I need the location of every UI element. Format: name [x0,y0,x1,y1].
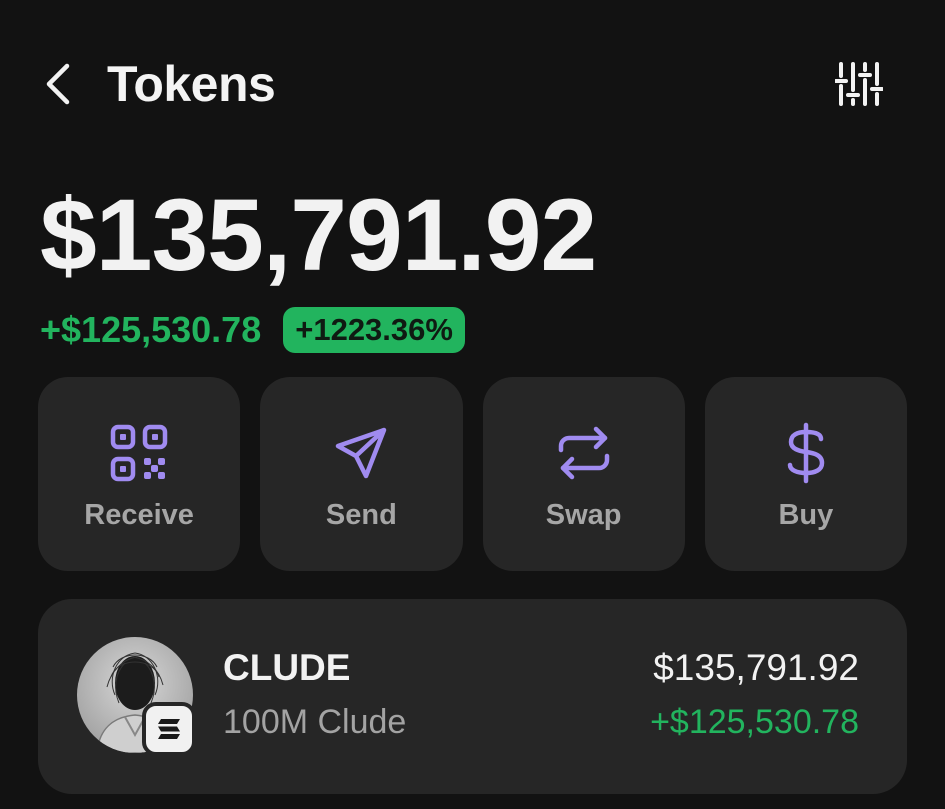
action-buttons: Receive Send Swap Buy [38,377,907,571]
buy-label: Buy [778,498,834,531]
sliders-icon [835,62,883,106]
total-balance: $135,791.92 [40,178,597,292]
token-name: CLUDE [223,647,351,688]
balance-change-row: +$125,530.78 +1223.36% [40,306,465,354]
swap-label: Swap [545,498,622,531]
filter-button[interactable] [830,56,888,112]
qr-code-icon [109,423,169,483]
token-amount: 100M Clude [223,703,407,741]
token-value: $135,791.92 [653,647,859,688]
token-list-item[interactable]: CLUDE 100M Clude $135,791.92 +$125,530.7… [38,599,907,794]
receive-label: Receive [84,498,194,531]
back-button[interactable] [38,60,78,108]
balance-change-percent-badge: +1223.36% [283,307,465,353]
send-button[interactable]: Send [260,377,463,571]
page-title: Tokens [107,56,276,112]
swap-icon [554,423,614,483]
solana-chain-icon [142,702,196,756]
token-change: +$125,530.78 [650,703,859,741]
balance-change-amount: +$125,530.78 [40,309,262,350]
swap-button[interactable]: Swap [482,377,685,571]
dollar-icon [776,422,836,483]
tokens-screen: Tokens $135,791.92 +$125,530.78 +1223.36… [0,0,945,809]
receive-button[interactable]: Receive [38,377,241,571]
chevron-left-icon [46,63,70,105]
buy-button[interactable]: Buy [704,377,907,571]
send-label: Send [325,498,397,531]
send-icon [331,423,391,483]
